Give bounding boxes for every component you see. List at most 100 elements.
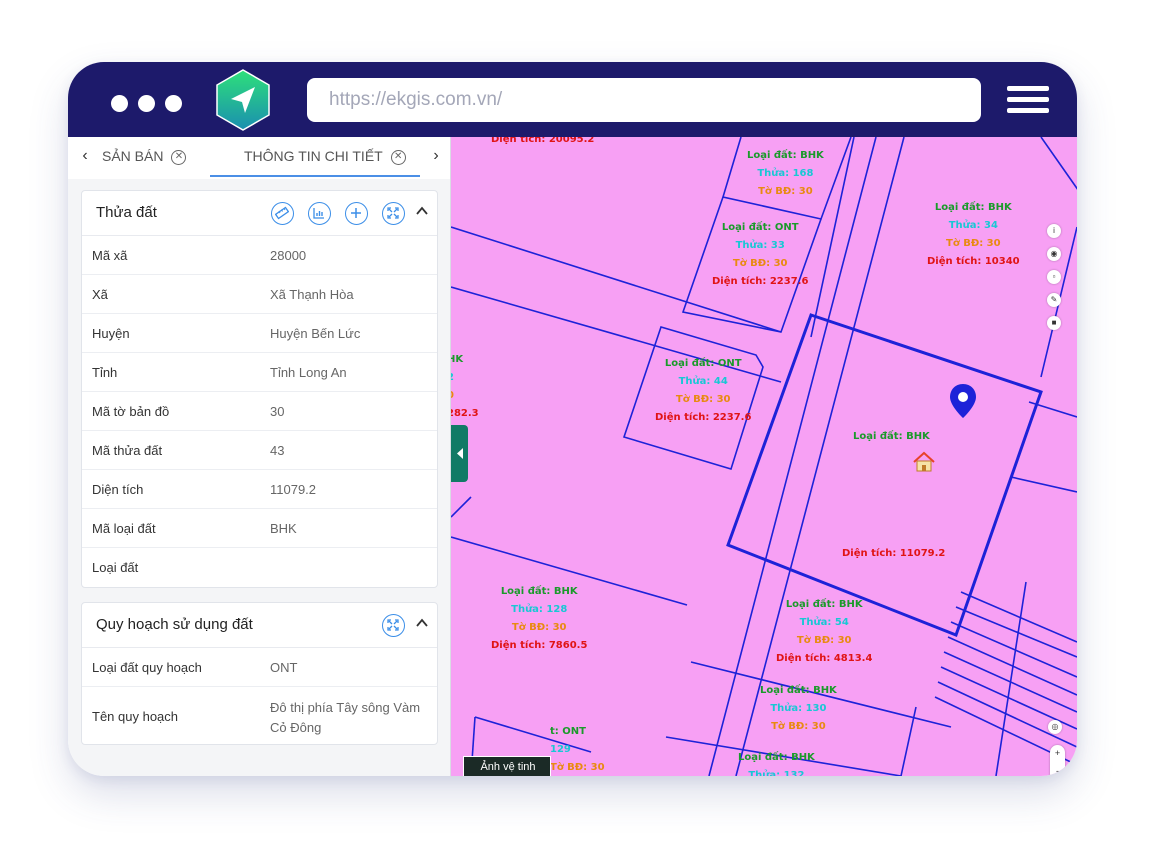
locate-icon[interactable]: ◎ — [1048, 720, 1062, 734]
row-value: 43 — [270, 443, 285, 458]
parcel-card: Thửa đất Mã xã 28000 Xã Xã Thạnh Hòa Huy… — [81, 190, 438, 588]
chevron-up-icon[interactable] — [415, 204, 429, 218]
trash-icon[interactable]: ■ — [1047, 316, 1061, 330]
label-type: Loại đất: BHK — [500, 586, 578, 597]
chart-icon[interactable] — [308, 202, 331, 225]
label-sheet: Tờ BĐ: 30 — [511, 622, 567, 633]
info-icon[interactable]: i — [1047, 224, 1061, 238]
label-type: Loại đất: BHK — [785, 599, 863, 610]
satellite-toggle[interactable]: Ảnh vệ tinh — [463, 756, 551, 776]
row-key: Mã tờ bản đồ — [92, 404, 170, 419]
caret-left-icon — [457, 448, 463, 459]
window-dot — [165, 95, 182, 112]
label-parcel: Thửa: 33 — [735, 240, 785, 251]
map-label-54: Loại đất: BHK Thửa: 54 Tờ BĐ: 30 Diện tí… — [776, 596, 872, 668]
label-sheet: Tờ BĐ: 30 — [758, 186, 813, 197]
info-row-xa: Xã Xã Thạnh Hòa — [82, 275, 437, 314]
expand-icon[interactable] — [382, 202, 405, 225]
row-key: Mã loại đất — [92, 521, 156, 536]
hamburger-menu-icon[interactable] — [1007, 86, 1049, 114]
info-row-ten-quy-hoach: Tên quy hoạch Đô thị phía Tây sông Vàm C… — [82, 687, 437, 744]
label-sheet: Tờ BĐ: 30 — [732, 258, 788, 269]
info-row-ma-xa: Mã xã 28000 — [82, 236, 437, 275]
label-sheet: Tờ BĐ: 30 — [946, 238, 1001, 249]
info-row-ma-to-ban-do: Mã tờ bản đồ 30 — [82, 392, 437, 431]
collapse-sidebar-button[interactable] — [451, 425, 468, 482]
label-sheet: Tờ BĐ: 30 — [675, 394, 731, 405]
row-value: Huyện Bến Lức — [270, 326, 361, 341]
label-type: HK — [451, 354, 464, 365]
chevron-up-icon[interactable] — [415, 616, 429, 630]
map-label-bottom: Loại đất: BHK Thửa: 132 — [738, 749, 815, 776]
expand-icon[interactable] — [382, 614, 405, 637]
label-area: Diện tích: 2237.6 — [712, 276, 809, 287]
label-type: t: ONT — [550, 726, 586, 737]
map-label-left-cut: HK 2 0 282.3 — [451, 351, 479, 423]
map-label-43-area: Diện tích: 11079.2 — [842, 545, 945, 563]
pen-icon[interactable]: ✎ — [1047, 293, 1061, 307]
label-sheet: 0 — [451, 387, 479, 405]
map-label-34: Loại đất: BHK Thửa: 34 Tờ BĐ: 30 Diện tí… — [927, 199, 1020, 271]
zoom-control: + - ↑ — [1050, 745, 1065, 776]
chevron-left-icon[interactable]: ‹ — [78, 147, 92, 165]
zoom-reset-button[interactable]: - — [1050, 766, 1065, 776]
label-type: Loại đất: BHK — [853, 431, 930, 442]
label-type: Loại đất: BHK — [747, 150, 824, 161]
map-pin-icon[interactable] — [948, 382, 978, 422]
map-label-44: Loại đất: ONT Thửa: 44 Tờ BĐ: 30 Diện tí… — [655, 355, 751, 427]
close-circle-icon[interactable]: ✕ — [390, 149, 406, 165]
row-key: Tỉnh — [92, 365, 118, 380]
info-row-loai-dat-quy-hoach: Loại đất quy hoạch ONT — [82, 648, 437, 687]
label-type: Loại đất: BHK — [934, 202, 1012, 213]
tab-san-ban[interactable]: SẢN BÁN ✕ — [102, 146, 187, 170]
card-title: Thửa đất — [96, 204, 157, 221]
row-key: Mã thửa đất — [92, 443, 163, 458]
url-input[interactable]: https://ekgis.com.vn/ — [307, 78, 981, 122]
plus-circle-icon[interactable] — [345, 202, 368, 225]
label-area: Diện tích: 7860.5 — [491, 640, 588, 651]
label-type: Loại đất: BHK — [738, 752, 815, 763]
label-parcel: Thửa: 130 — [770, 703, 827, 714]
zoom-in-button[interactable]: + — [1050, 748, 1065, 758]
row-value: Xã Thạnh Hòa — [270, 287, 354, 302]
eraser-icon[interactable]: ▫ — [1047, 270, 1061, 284]
label-type: Loại đất: BHK — [760, 685, 837, 696]
browser-topbar: https://ekgis.com.vn/ — [68, 62, 1077, 137]
info-row-tinh: Tỉnh Tỉnh Long An — [82, 353, 437, 392]
label-area: Diện tích: 11079.2 — [842, 548, 946, 559]
device-frame: https://ekgis.com.vn/ ‹ SẢN BÁN ✕ THÔNG T… — [68, 62, 1077, 776]
label-sheet: Tờ BĐ: 30 — [771, 721, 826, 732]
info-row-ma-loai-dat: Mã loại đất BHK — [82, 509, 437, 548]
row-value: Tỉnh Long An — [270, 365, 347, 380]
map-label-128: Loại đất: BHK Thửa: 128 Tờ BĐ: 30 Diện t… — [491, 583, 587, 655]
tab-label: THÔNG TIN CHI TIẾT — [244, 148, 383, 164]
info-row-loai-dat: Loại đất — [82, 548, 437, 587]
label-type: Loại đất: ONT — [664, 358, 742, 369]
ruler-icon[interactable] — [271, 202, 294, 225]
label-type: Loại đất: ONT — [721, 222, 799, 233]
label-parcel: Thửa: 168 — [757, 168, 814, 179]
active-tab-indicator — [210, 175, 420, 177]
info-row-dien-tich: Diện tích 11079.2 — [82, 470, 437, 509]
label-parcel: Thửa: 44 — [678, 376, 728, 387]
label-parcel: Thửa: 34 — [948, 220, 998, 231]
map-label-168: Loại đất: BHK Thửa: 168 Tờ BĐ: 30 — [747, 147, 824, 201]
map-label-130: Loại đất: BHK Thửa: 130 Tờ BĐ: 30 — [760, 682, 837, 736]
cadastral-map[interactable]: Diện tích: 20095.2 Loại đất: BHK Thửa: 1… — [451, 137, 1077, 776]
row-key: Diện tích — [92, 482, 144, 497]
row-key: Loại đất — [92, 560, 139, 575]
row-value: Đô thị phía Tây sông Vàm Cỏ Đông — [270, 700, 421, 735]
house-icon[interactable] — [912, 451, 936, 473]
parcel-card-header: Thửa đất — [82, 191, 437, 236]
eye-icon[interactable]: ◉ — [1047, 247, 1061, 261]
close-circle-icon[interactable]: ✕ — [171, 149, 187, 165]
row-value: ONT — [270, 660, 298, 675]
map-label-33: Loại đất: ONT Thửa: 33 Tờ BĐ: 30 Diện tí… — [712, 219, 808, 291]
label-sheet: Tờ BĐ: 30 — [550, 762, 605, 773]
tab-label: SẢN BÁN — [102, 148, 164, 164]
chevron-right-icon[interactable]: › — [429, 147, 443, 165]
label-parcel: Thửa: 132 — [748, 770, 805, 776]
ekgis-logo-icon[interactable] — [215, 69, 271, 131]
row-key: Mã xã — [92, 248, 128, 263]
tab-thong-tin-chi-tiet[interactable]: THÔNG TIN CHI TIẾT ✕ — [244, 146, 406, 170]
